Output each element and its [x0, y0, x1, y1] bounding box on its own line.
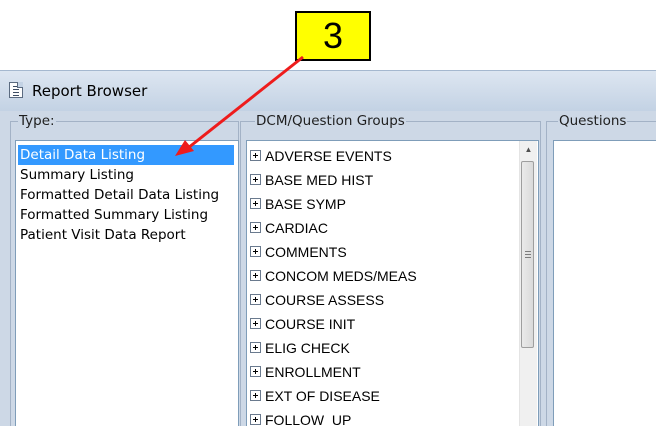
tree-item[interactable]: BASE MED HIST — [250, 170, 373, 190]
tree-item-label: CONCOM MEDS/MEAS — [265, 268, 417, 284]
title-bar[interactable]: Report Browser — [0, 71, 656, 111]
tree-item[interactable]: COMMENTS — [250, 242, 347, 262]
scroll-up-arrow-icon[interactable]: ▲ — [520, 141, 537, 158]
tree-item[interactable]: CONCOM MEDS/MEAS — [250, 266, 417, 286]
expand-icon[interactable] — [250, 414, 261, 426]
type-item-detail-data-listing[interactable]: Detail Data Listing — [18, 145, 234, 165]
tree-item-label: FOLLOW_UP — [265, 412, 352, 426]
window-title: Report Browser — [32, 82, 148, 100]
tree-item[interactable]: ADVERSE EVENTS — [250, 146, 392, 166]
expand-icon[interactable] — [250, 318, 261, 330]
tree-item[interactable]: CARDIAC — [250, 218, 328, 238]
tree-item-label: COURSE ASSESS — [265, 292, 385, 308]
expand-icon[interactable] — [250, 222, 261, 234]
tree-item[interactable]: FOLLOW_UP — [250, 410, 351, 426]
tree-item-label: ENROLLMENT — [265, 364, 361, 380]
expand-icon[interactable] — [250, 390, 261, 402]
tree-item-label: CARDIAC — [265, 220, 329, 236]
vertical-scrollbar[interactable]: ▲ — [519, 141, 537, 426]
type-item-formatted-detail-data-listing[interactable]: Formatted Detail Data Listing — [18, 185, 219, 205]
questions-listbox[interactable] — [553, 140, 656, 426]
expand-icon[interactable] — [250, 198, 261, 210]
tree-item-label: BASE MED HIST — [265, 172, 374, 188]
type-item-formatted-summary-listing[interactable]: Formatted Summary Listing — [18, 205, 208, 225]
scroll-thumb[interactable] — [521, 161, 534, 348]
tree-item[interactable]: ENROLLMENT — [250, 362, 361, 382]
tree-item[interactable]: COURSE INIT — [250, 314, 355, 334]
tree-item-label: COMMENTS — [265, 244, 347, 260]
expand-icon[interactable] — [250, 246, 261, 258]
tree-item[interactable]: EXT OF DISEASE — [250, 386, 380, 406]
tree-item-label: BASE SYMP — [265, 196, 346, 212]
tree-item-label: COURSE INIT — [265, 316, 356, 332]
type-item-summary-listing[interactable]: Summary Listing — [18, 165, 134, 185]
type-listbox[interactable]: Detail Data Listing Summary Listing Form… — [15, 140, 239, 426]
questions-group-label: Questions — [558, 113, 628, 129]
dcm-tree[interactable]: ADVERSE EVENTS BASE MED HIST BASE SYMP C… — [246, 140, 539, 426]
type-item-patient-visit-data-report[interactable]: Patient Visit Data Report — [18, 225, 186, 245]
expand-icon[interactable] — [250, 174, 261, 186]
tree-item[interactable]: ELIG CHECK — [250, 338, 350, 358]
expand-icon[interactable] — [250, 270, 261, 282]
expand-icon[interactable] — [250, 150, 261, 162]
type-group-label: Type: — [18, 113, 56, 129]
expand-icon[interactable] — [250, 294, 261, 306]
report-browser-window: Report Browser Type: Detail Data Listing… — [0, 70, 656, 426]
dcm-group-label: DCM/Question Groups — [255, 113, 406, 129]
tree-item[interactable]: COURSE ASSESS — [250, 290, 384, 310]
tree-item-label: EXT OF DISEASE — [265, 388, 380, 404]
expand-icon[interactable] — [250, 342, 261, 354]
tree-item-label: ADVERSE EVENTS — [265, 148, 392, 164]
tree-item-label: ELIG CHECK — [265, 340, 350, 356]
step-callout: 3 — [295, 11, 371, 61]
expand-icon[interactable] — [250, 366, 261, 378]
report-icon — [9, 82, 23, 98]
tree-item[interactable]: BASE SYMP — [250, 194, 346, 214]
